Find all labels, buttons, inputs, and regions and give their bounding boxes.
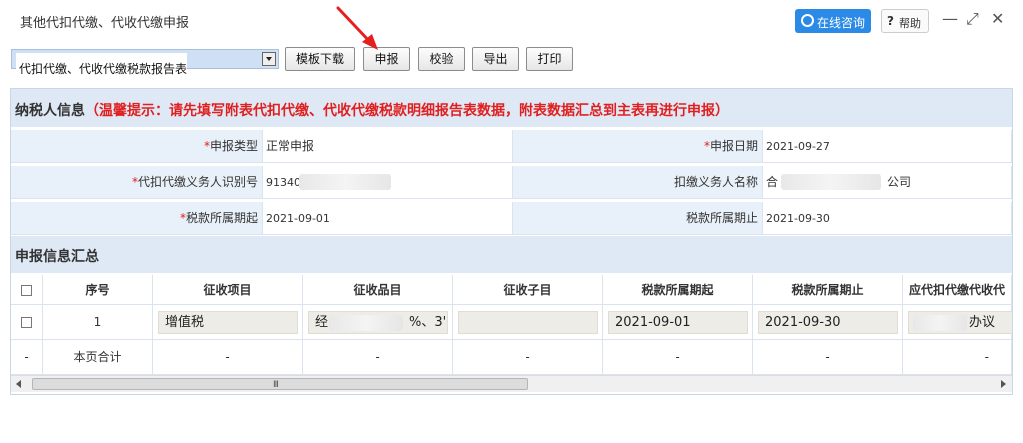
question-icon: ? [887,14,894,28]
grip-icon: III [273,380,279,390]
tax-category-cell: 经 %、3' [303,305,453,340]
total-cell: - [453,340,603,375]
horizontal-scrollbar[interactable]: III [11,375,1012,392]
close-icon[interactable]: ✕ [991,11,1004,27]
period-end-cell: 2021-09-30 [753,305,903,340]
scroll-left-icon[interactable] [16,380,21,388]
form-row-period: *税款所属期起 2021-09-01 税款所属期止 2021-09-30 [11,202,1012,235]
tax-subitem-cell [453,305,603,340]
scrollbar-thumb[interactable]: III [32,378,528,390]
total-marker: - [11,340,43,375]
total-cell: - [903,340,1012,375]
column-header: 税款所属期止 [753,275,903,305]
row-checkbox[interactable] [21,317,32,328]
withholding-field[interactable]: 办议 [908,311,1012,334]
help-label: 帮助 [899,17,921,30]
help-button[interactable]: ? 帮助 [881,9,929,33]
column-header: 征收品目 [303,275,453,305]
form-row-agent: *代扣代缴义务人识别号 91340 扣缴义务人名称 合公司 [11,166,1012,199]
maximize-icon[interactable]: ⤢ [966,11,979,27]
online-consult-label: 在线咨询 [817,16,866,30]
redacted-blur [913,315,967,331]
period-end-field[interactable]: 2021-09-30 [758,311,898,334]
red-arrow-annotation [336,6,378,50]
redacted-blur [781,174,881,190]
select-all-cell [11,275,43,305]
report-type-select-value: 代扣代缴、代收代缴税款报告表 [16,53,188,86]
taxpayer-info-label: 纳税人信息 [15,103,85,119]
tax-item-cell: 增值税 [153,305,303,340]
period-start-cell: 2021-09-01 [603,305,753,340]
agent-name-label: 扣缴义务人名称 [513,166,763,199]
table-row: 1 增值税 经 %、3' 2021-09-01 2021-09-30 办议 [11,305,1012,340]
validate-button[interactable]: 校验 [418,47,465,71]
total-cell: - [603,340,753,375]
summary-header: 申报信息汇总 [11,236,1012,273]
redacted-blur [299,174,391,190]
column-header: 征收子目 [453,275,603,305]
report-date-value: 2021-09-27 [763,130,1012,163]
total-cell: - [153,340,303,375]
column-header: 征收项目 [153,275,303,305]
form-row-report-type: *申报类型 正常申报 *申报日期 2021-09-27 [11,130,1012,163]
total-label: 本页合计 [43,340,153,375]
minimize-icon[interactable]: — [942,11,958,27]
taxpayer-info-header: 纳税人信息（温馨提示：请先填写附表代扣代缴、代收代缴税款明细报告表数据，附表数据… [11,89,1012,127]
period-end-label: 税款所属期止 [513,202,763,235]
summary-title: 申报信息汇总 [15,249,99,265]
headset-icon [801,14,814,27]
tax-item-field[interactable]: 增值税 [158,311,298,334]
redacted-blur [329,315,403,331]
column-header: 应代扣代缴代收代 [903,275,1012,305]
agent-id-label: *代扣代缴义务人识别号 [11,166,263,199]
period-start-label: *税款所属期起 [11,202,263,235]
withholding-cell: 办议 [903,305,1012,340]
report-type-label: *申报类型 [11,130,263,163]
online-consult-button[interactable]: 在线咨询 [795,9,871,33]
column-header: 序号 [43,275,153,305]
title-bar: 其他代扣代缴、代收代缴申报 在线咨询 ? 帮助 — ⤢ ✕ [0,0,1023,40]
tax-category-field[interactable]: 经 %、3' [308,311,448,334]
tax-subitem-field[interactable] [458,311,598,334]
taxpayer-info-title: 纳税人信息（温馨提示：请先填写附表代扣代缴、代收代缴税款明细报告表数据，附表数据… [15,100,729,120]
agent-name-value: 合公司 [763,166,1012,199]
window-title: 其他代扣代缴、代收代缴申报 [20,16,190,31]
agent-id-value: 91340 [263,166,513,199]
column-header: 税款所属期起 [603,275,753,305]
summary-grid-header: 序号 征收项目 征收品目 征收子目 税款所属期起 税款所属期止 应代扣代缴代收代 [11,275,1012,305]
report-date-label: *申报日期 [513,130,763,163]
total-cell: - [303,340,453,375]
total-row: - 本页合计 - - - - - - [11,340,1012,375]
report-type-select[interactable]: 代扣代缴、代收代缴税款报告表 [11,49,279,86]
period-end-value: 2021-09-30 [763,202,1012,235]
scroll-right-icon[interactable] [1001,380,1006,388]
report-type-value: 正常申报 [263,130,513,163]
warning-text: （温馨提示：请先填写附表代扣代缴、代收代缴税款明细报告表数据，附表数据汇总到主表… [85,103,729,119]
chevron-down-icon[interactable] [262,52,276,66]
print-button[interactable]: 打印 [526,47,573,71]
row-seq: 1 [43,305,153,340]
period-start-value: 2021-09-01 [263,202,513,235]
export-button[interactable]: 导出 [472,47,519,71]
period-start-field[interactable]: 2021-09-01 [608,311,748,334]
row-checkbox-cell [11,305,43,340]
select-all-checkbox[interactable] [21,285,32,296]
total-cell: - [753,340,903,375]
main-panel: 纳税人信息（温馨提示：请先填写附表代扣代缴、代收代缴税款明细报告表数据，附表数据… [10,88,1013,395]
